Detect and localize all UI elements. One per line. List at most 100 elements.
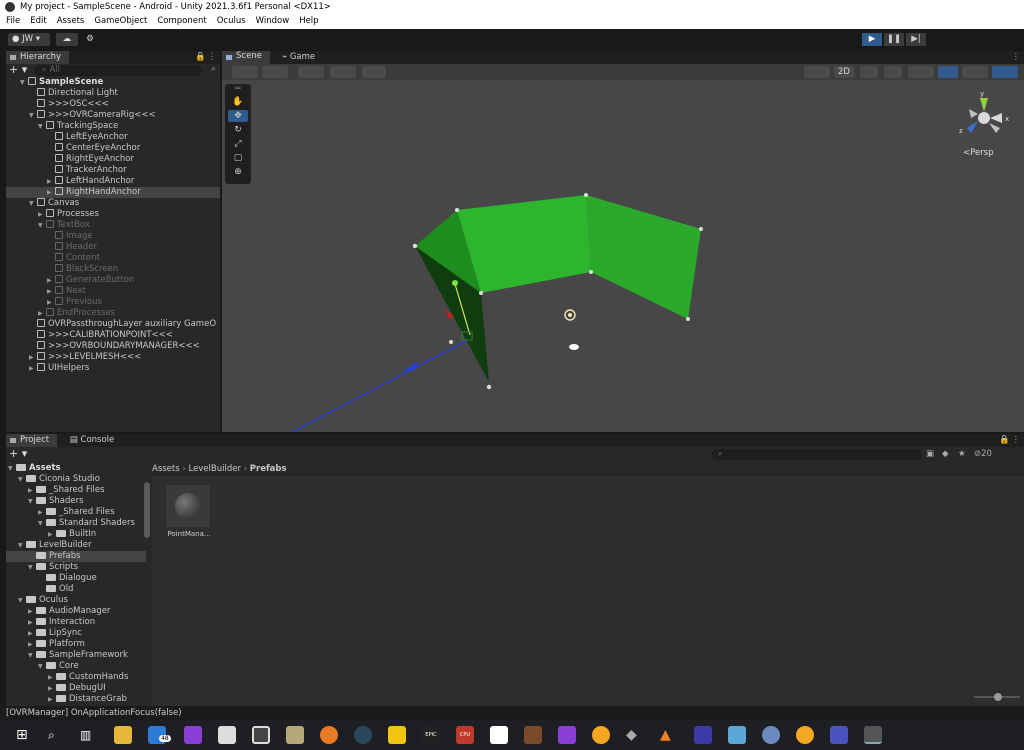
expand-arrow-icon[interactable]: ▼ <box>18 540 26 551</box>
app-icon[interactable] <box>796 726 814 744</box>
project-create-button[interactable]: + ▾ <box>9 448 27 460</box>
project-folder-item[interactable]: ▶ _Shared Files <box>6 507 146 518</box>
breadcrumb-assets[interactable]: Assets <box>152 464 180 474</box>
project-lock-icon[interactable]: 🔒 <box>999 434 1010 447</box>
project-folder-item[interactable]: ▶ LipSync <box>6 628 146 639</box>
windows-start-icon[interactable]: ⊞ <box>16 726 34 744</box>
app-icon[interactable] <box>592 726 610 744</box>
tab-game[interactable]: ⌁ Game <box>282 51 315 64</box>
unity-editor-icon[interactable] <box>252 726 270 744</box>
hierarchy-item[interactable]: ▶ EndProcesses <box>6 308 220 319</box>
scene-viewport[interactable] <box>222 80 1024 432</box>
project-folder-item[interactable]: ▼ Assets <box>6 463 146 474</box>
tab-console[interactable]: ▤ Console <box>70 435 114 445</box>
collapse-arrow-icon[interactable]: ▶ <box>48 672 56 683</box>
gizmo-x-cone[interactable] <box>990 113 1002 123</box>
hierarchy-item[interactable]: CenterEyeAnchor <box>6 143 220 154</box>
icon-size-slider[interactable] <box>974 693 1020 701</box>
project-folder-item[interactable]: ▶ _Shared Files <box>6 485 146 496</box>
search-icon[interactable]: ⌕ <box>48 726 66 744</box>
task-view-icon[interactable]: ▥ <box>80 726 98 744</box>
collapse-arrow-icon[interactable]: ▶ <box>47 176 55 187</box>
expand-arrow-icon[interactable]: ▼ <box>38 121 46 132</box>
project-folder-item[interactable]: ▼ Core <box>6 661 146 672</box>
ethereum-icon[interactable]: ◆ <box>626 726 644 744</box>
hierarchy-item[interactable]: OVRPassthroughLayer auxiliary GameO <box>6 319 220 330</box>
project-kebab-menu-icon[interactable]: ⋮ <box>1012 434 1021 447</box>
oculus-app-icon[interactable] <box>694 726 712 744</box>
hierarchy-item[interactable]: RightEyeAnchor <box>6 154 220 165</box>
visual-studio-icon[interactable] <box>558 726 576 744</box>
collapse-arrow-icon[interactable]: ▶ <box>38 308 46 319</box>
hierarchy-item[interactable]: >>>OSC<<< <box>6 99 220 110</box>
collapse-arrow-icon[interactable]: ▶ <box>28 606 36 617</box>
expand-arrow-icon[interactable]: ▼ <box>29 110 37 121</box>
hierarchy-item[interactable]: ▼ TextBox <box>6 220 220 231</box>
project-folder-item[interactable]: ▼ LevelBuilder <box>6 540 146 551</box>
slider-thumb[interactable] <box>994 693 1002 701</box>
collapse-arrow-icon[interactable]: ▶ <box>28 628 36 639</box>
collapse-arrow-icon[interactable]: ▶ <box>47 187 55 198</box>
expand-arrow-icon[interactable]: ▼ <box>28 562 36 573</box>
hierarchy-item[interactable]: Content <box>6 253 220 264</box>
expand-arrow-icon[interactable]: ▼ <box>38 220 46 231</box>
favorite-star-icon[interactable]: ★ <box>958 449 966 459</box>
gizmo-z-cone[interactable] <box>967 121 978 133</box>
project-search-input[interactable]: ⌕ <box>712 449 922 460</box>
hierarchy-item[interactable]: LeftEyeAnchor <box>6 132 220 143</box>
create-button[interactable]: + ▾ <box>9 64 27 76</box>
scale-tool-icon[interactable]: ⤢ <box>228 138 248 150</box>
camera-gizmo-icon[interactable] <box>569 344 579 350</box>
app-icon[interactable] <box>728 726 746 744</box>
hierarchy-item[interactable]: ▶ RightHandAnchor <box>6 187 220 198</box>
lighting-toggle[interactable] <box>860 66 878 78</box>
menu-window[interactable]: Window <box>256 14 290 29</box>
expand-arrow-icon[interactable]: ▼ <box>28 650 36 661</box>
rotate-tool-icon[interactable]: ↻ <box>228 124 248 136</box>
grid-snap-dropdown[interactable] <box>330 66 356 78</box>
expand-arrow-icon[interactable]: ▼ <box>8 463 16 474</box>
project-folder-item[interactable]: ▶ Platform <box>6 639 146 650</box>
hierarchy-item[interactable]: Directional Light <box>6 88 220 99</box>
render-mode-dropdown[interactable] <box>262 66 288 78</box>
project-folder-item[interactable]: Prefabs <box>6 551 146 562</box>
tab-scene[interactable]: Scene <box>222 51 270 64</box>
orientation-gizmo[interactable]: y x z <box>956 88 1016 138</box>
hierarchy-scene-row[interactable]: ▼ SampleScene <box>6 77 220 88</box>
gizmo-y-cone[interactable] <box>980 98 988 112</box>
cloud-button[interactable]: ☁ <box>56 33 78 46</box>
breadcrumb-prefabs[interactable]: Prefabs <box>250 464 287 474</box>
hierarchy-item[interactable]: Image <box>6 231 220 242</box>
step-button[interactable]: ▶| <box>906 33 926 46</box>
hierarchy-item[interactable]: ▶ >>>LEVELMESH<<< <box>6 352 220 363</box>
expand-arrow-icon[interactable]: ▼ <box>38 661 46 672</box>
vpn-icon[interactable] <box>184 726 202 744</box>
status-bar[interactable]: [OVRManager] OnApplicationFocus(false) <box>0 706 1024 720</box>
hierarchy-item[interactable]: ▶ LeftHandAnchor <box>6 176 220 187</box>
collapse-arrow-icon[interactable]: ▶ <box>48 529 56 540</box>
2d-toggle[interactable]: 2D <box>834 66 854 78</box>
asset-tile[interactable] <box>166 485 210 527</box>
hierarchy-item[interactable]: ▼ TrackingSpace <box>6 121 220 132</box>
lock-icon[interactable]: 🔒 <box>195 51 206 64</box>
collapse-arrow-icon[interactable]: ▶ <box>29 352 37 363</box>
tree-scrollbar[interactable] <box>144 482 150 538</box>
collapse-arrow-icon[interactable]: ▶ <box>47 297 55 308</box>
hierarchy-item[interactable]: >>>CALIBRATIONPOINT<<< <box>6 330 220 341</box>
project-folder-item[interactable]: ▼ Standard Shaders <box>6 518 146 529</box>
app-icon[interactable] <box>762 726 780 744</box>
expand-arrow-icon[interactable]: ▼ <box>29 198 37 209</box>
palette-grip-icon[interactable]: ═ <box>228 85 248 94</box>
unity-hub-icon[interactable] <box>218 726 236 744</box>
play-button[interactable]: ▶ <box>862 33 882 46</box>
steam-icon[interactable] <box>354 726 372 744</box>
hierarchy-item[interactable]: ▶ GenerateButton <box>6 275 220 286</box>
move-tool-icon[interactable]: ✥ <box>228 110 248 122</box>
unity-active-icon[interactable] <box>864 726 882 744</box>
kebab-menu-icon[interactable]: ⋮ <box>208 51 217 64</box>
hierarchy-item[interactable]: ▶ Processes <box>6 209 220 220</box>
project-folder-item[interactable]: ▶ DistanceGrab <box>6 694 146 705</box>
project-folder-item[interactable]: ▶ Interaction <box>6 617 146 628</box>
project-folder-item[interactable]: ▼ Oculus <box>6 595 146 606</box>
collapse-arrow-icon[interactable]: ▶ <box>47 275 55 286</box>
